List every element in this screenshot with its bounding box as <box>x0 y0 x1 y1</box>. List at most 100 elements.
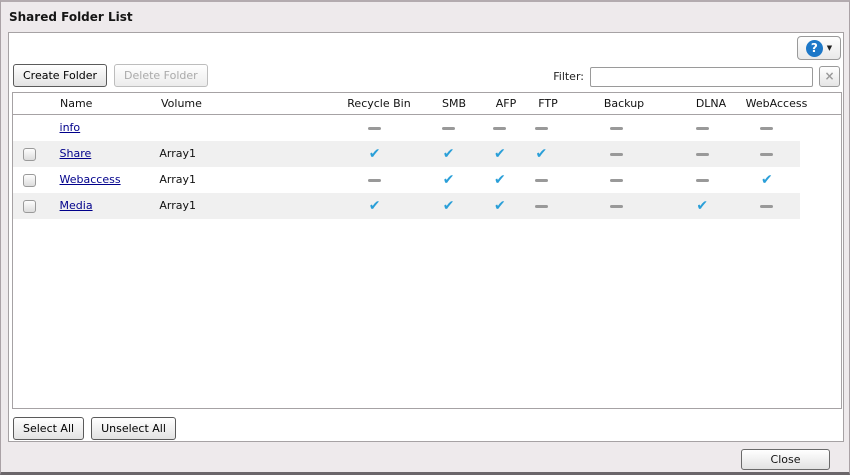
dash-icon <box>442 127 455 130</box>
volume-cell <box>147 115 331 141</box>
checkbox-cell <box>13 141 49 167</box>
dash-icon <box>610 153 623 156</box>
backup-cell <box>562 115 671 141</box>
volume-cell: Array1 <box>147 141 331 167</box>
filter-input[interactable] <box>590 67 813 87</box>
dash-icon <box>368 127 381 130</box>
check-icon: ✔ <box>494 146 506 162</box>
row-checkbox[interactable] <box>23 200 36 213</box>
selection-buttons: Select All Unselect All <box>13 417 176 440</box>
clear-filter-button[interactable]: × <box>819 66 840 87</box>
afp-cell: ✔ <box>479 167 520 193</box>
recycle-bin-cell <box>331 115 418 141</box>
webaccess-cell <box>734 141 800 167</box>
column-header-recycle-bin: Recycle Bin <box>335 93 423 114</box>
check-icon: ✔ <box>443 198 455 214</box>
webaccess-cell: ✔ <box>734 167 800 193</box>
checkbox-cell <box>13 167 49 193</box>
row-checkbox[interactable] <box>23 174 36 187</box>
name-cell: Share <box>49 141 148 167</box>
webaccess-cell <box>734 193 800 219</box>
dlna-cell <box>671 141 734 167</box>
table-row: Share Array1 ✔ ✔ ✔ ✔ <box>13 141 800 167</box>
ftp-cell: ✔ <box>521 141 562 167</box>
check-icon: ✔ <box>369 146 381 162</box>
dash-icon <box>535 179 548 182</box>
dash-icon <box>535 205 548 208</box>
dash-icon <box>610 127 623 130</box>
help-button[interactable]: ? ▼ <box>797 36 841 60</box>
create-folder-button[interactable]: Create Folder <box>13 64 107 87</box>
check-icon: ✔ <box>443 146 455 162</box>
backup-cell <box>562 141 671 167</box>
dlna-cell <box>671 167 734 193</box>
close-icon: × <box>824 69 834 83</box>
checkbox-cell <box>13 115 49 141</box>
dash-icon <box>760 205 773 208</box>
dash-icon <box>696 127 709 130</box>
shared-folder-list-dialog: Shared Folder List ? ▼ Create Folder Del… <box>0 0 850 475</box>
delete-folder-button[interactable]: Delete Folder <box>114 64 208 87</box>
shared-folder-table: Name Volume Recycle Bin SMB AFP FTP Back… <box>12 92 842 409</box>
checkbox-cell <box>13 193 49 219</box>
dlna-cell: ✔ <box>671 193 734 219</box>
column-header-webaccess: WebAccess <box>743 93 810 114</box>
name-cell: Webaccess <box>49 167 148 193</box>
column-header-afp: AFP <box>485 93 527 114</box>
folder-link[interactable]: info <box>60 121 81 134</box>
recycle-bin-cell: ✔ <box>331 193 418 219</box>
dialog-title: Shared Folder List <box>9 10 133 24</box>
select-all-button[interactable]: Select All <box>13 417 84 440</box>
check-icon: ✔ <box>761 172 773 188</box>
dash-icon <box>368 179 381 182</box>
check-icon: ✔ <box>443 172 455 188</box>
table-row: Media Array1 ✔ ✔ ✔ ✔ <box>13 193 800 219</box>
close-button[interactable]: Close <box>741 449 830 470</box>
recycle-bin-cell <box>331 167 418 193</box>
volume-cell: Array1 <box>147 167 331 193</box>
check-icon: ✔ <box>369 198 381 214</box>
afp-cell: ✔ <box>479 193 520 219</box>
toolbar: Create Folder Delete Folder <box>13 64 208 87</box>
folder-link[interactable]: Media <box>60 199 93 212</box>
smb-cell <box>418 115 479 141</box>
recycle-bin-cell: ✔ <box>331 141 418 167</box>
folder-link[interactable]: Webaccess <box>60 173 121 186</box>
table-row: info <box>13 115 800 141</box>
dash-icon <box>760 127 773 130</box>
row-checkbox[interactable] <box>23 148 36 161</box>
name-cell: info <box>49 115 148 141</box>
content-panel: ? ▼ Create Folder Delete Folder Filter: … <box>8 32 844 442</box>
dash-icon <box>610 179 623 182</box>
column-header-ftp: FTP <box>527 93 569 114</box>
check-icon: ✔ <box>696 198 708 214</box>
backup-cell <box>562 167 671 193</box>
chevron-down-icon: ▼ <box>827 44 832 52</box>
table-body: info Share Array1 ✔ ✔ ✔ ✔ Webaccess Arra… <box>13 115 841 219</box>
afp-cell <box>479 115 520 141</box>
column-header-name: Name <box>49 93 149 114</box>
dash-icon <box>760 153 773 156</box>
check-icon: ✔ <box>494 172 506 188</box>
ftp-cell <box>521 115 562 141</box>
filter-label: Filter: <box>553 70 584 83</box>
dash-icon <box>696 179 709 182</box>
folder-link[interactable]: Share <box>60 147 92 160</box>
column-header-smb: SMB <box>423 93 485 114</box>
unselect-all-button[interactable]: Unselect All <box>91 417 176 440</box>
name-cell: Media <box>49 193 148 219</box>
ftp-cell <box>521 193 562 219</box>
column-header-dlna: DLNA <box>679 93 743 114</box>
smb-cell: ✔ <box>418 193 479 219</box>
dlna-cell <box>671 115 734 141</box>
column-header-volume: Volume <box>149 93 335 114</box>
column-header-backup: Backup <box>569 93 679 114</box>
volume-cell: Array1 <box>147 193 331 219</box>
table-row: Webaccess Array1 ✔ ✔ ✔ <box>13 167 800 193</box>
filter-group: Filter: × <box>553 66 840 87</box>
dash-icon <box>493 127 506 130</box>
help-icon: ? <box>806 40 823 57</box>
backup-cell <box>562 193 671 219</box>
table-header: Name Volume Recycle Bin SMB AFP FTP Back… <box>13 93 841 115</box>
afp-cell: ✔ <box>479 141 520 167</box>
